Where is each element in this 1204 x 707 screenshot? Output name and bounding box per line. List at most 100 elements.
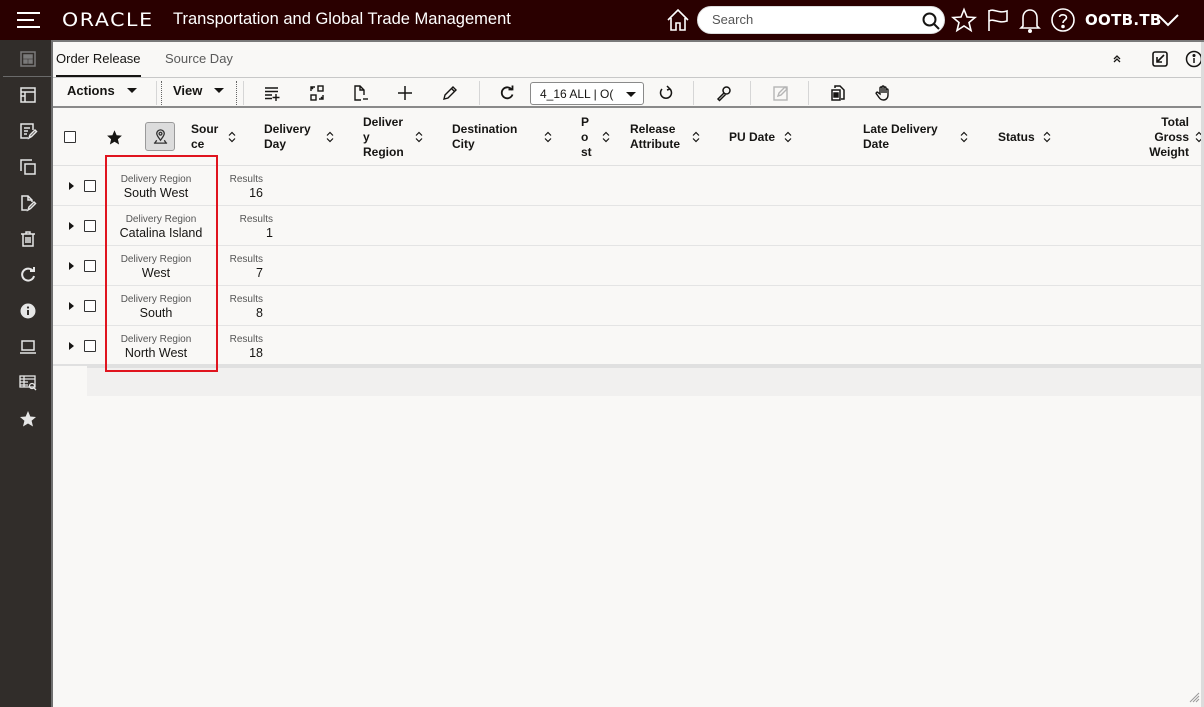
row-checkbox[interactable]: [84, 260, 96, 272]
copy-icon[interactable]: [18, 157, 38, 177]
column-header-source[interactable]: Sour ce: [191, 122, 218, 152]
resize-handle-icon[interactable]: [1188, 691, 1200, 703]
sort-icon[interactable]: [326, 131, 334, 143]
delete-icon[interactable]: [18, 229, 38, 249]
search-table-icon[interactable]: [18, 373, 38, 393]
search-icon[interactable]: [921, 11, 941, 31]
add-row-icon[interactable]: [263, 84, 281, 102]
document-remove-icon[interactable]: [352, 84, 370, 102]
help-icon[interactable]: [1050, 7, 1076, 33]
flag-icon[interactable]: [985, 7, 1011, 33]
edit-document-icon[interactable]: [18, 193, 38, 213]
column-header-total-gross-weight[interactable]: Total Gross Weight: [1133, 115, 1189, 160]
user-name[interactable]: OOTB.TB: [1085, 11, 1162, 29]
home-icon[interactable]: [665, 7, 691, 33]
swap-icon[interactable]: [308, 84, 326, 102]
search-field[interactable]: [697, 6, 945, 34]
group-row[interactable]: Delivery Region South Results 8: [53, 286, 1204, 326]
results-count: 16: [249, 186, 263, 200]
toolbar-divider: [750, 81, 751, 105]
toolbar-divider: [808, 81, 809, 105]
tab-source-day[interactable]: Source Day: [165, 51, 233, 66]
expand-arrow-icon[interactable]: [69, 342, 74, 350]
header-line: City: [452, 137, 475, 151]
map-location-button[interactable]: [145, 122, 175, 151]
column-header-delivery-day[interactable]: Delivery Day: [264, 122, 311, 152]
add-icon[interactable]: [396, 84, 414, 102]
header-line: PU Date: [729, 130, 776, 144]
reload-icon[interactable]: [657, 84, 675, 102]
refresh-icon[interactable]: [18, 265, 38, 285]
view-menu-button[interactable]: View: [173, 83, 225, 98]
results-label: Results: [229, 334, 263, 345]
caret-down-icon: [626, 92, 636, 97]
results-label: Results: [229, 254, 263, 265]
group-row[interactable]: Delivery Region West Results 7: [53, 246, 1204, 286]
sort-icon[interactable]: [784, 131, 792, 143]
sort-icon[interactable]: [228, 131, 236, 143]
results-count: 18: [249, 346, 263, 360]
refresh-icon[interactable]: [498, 84, 516, 102]
expand-arrow-icon[interactable]: [69, 262, 74, 270]
saved-query-select[interactable]: 4_16 ALL | O(: [530, 82, 644, 105]
sort-icon[interactable]: [1043, 131, 1051, 143]
layout-icon[interactable]: [18, 85, 38, 105]
table-footer: [87, 366, 1204, 396]
sort-icon[interactable]: [602, 131, 610, 143]
header-line: Weight: [1149, 145, 1189, 159]
minimize-icon[interactable]: [1151, 50, 1169, 68]
main-panel: Order Release Source Day Actions View 4_…: [53, 40, 1204, 707]
actions-menu-button[interactable]: Actions: [67, 83, 137, 98]
header-line: Region: [363, 145, 404, 159]
expand-arrow-icon[interactable]: [69, 302, 74, 310]
sort-icon[interactable]: [960, 131, 968, 143]
sort-icon[interactable]: [692, 131, 700, 143]
menu-icon[interactable]: [17, 12, 41, 28]
group-row[interactable]: Delivery Region Catalina Island Results …: [53, 206, 1204, 246]
group-label: Delivery Region: [125, 214, 197, 225]
expand-arrow-icon[interactable]: [69, 222, 74, 230]
column-header-late-delivery-date[interactable]: Late Delivery Date: [863, 122, 938, 152]
caret-down-icon: [126, 88, 137, 93]
tab-order-release[interactable]: Order Release: [56, 51, 141, 77]
column-header-pu-date[interactable]: PU Date: [729, 130, 775, 145]
select-all-checkbox[interactable]: [64, 131, 76, 143]
wrench-icon[interactable]: [715, 84, 733, 102]
group-row[interactable]: Delivery Region North West Results 18: [53, 326, 1204, 366]
edit-list-icon[interactable]: [18, 121, 38, 141]
column-header-release-attribute[interactable]: Release Attribute: [630, 122, 680, 152]
favorites-star-icon[interactable]: [951, 7, 977, 33]
column-header-status[interactable]: Status: [998, 130, 1035, 145]
search-input[interactable]: [712, 12, 912, 27]
favorite-star-icon[interactable]: [18, 409, 38, 429]
monitor-icon[interactable]: [18, 337, 38, 357]
row-checkbox[interactable]: [84, 220, 96, 232]
sort-icon[interactable]: [415, 131, 423, 143]
copy-document-icon[interactable]: [829, 84, 847, 102]
header-line: ce: [191, 137, 205, 151]
column-header-post[interactable]: P o st: [581, 115, 592, 160]
row-checkbox[interactable]: [84, 300, 96, 312]
column-header-destination-city[interactable]: Destination City: [452, 122, 517, 152]
row-checkbox[interactable]: [84, 340, 96, 352]
toolbar-divider: [156, 81, 157, 105]
group-row[interactable]: Delivery Region South West Results 16: [53, 166, 1204, 206]
notifications-bell-icon[interactable]: [1017, 7, 1043, 33]
header-line: Destination: [452, 122, 518, 136]
expand-arrow-icon[interactable]: [69, 182, 74, 190]
hand-icon[interactable]: [874, 84, 892, 102]
toolbar-divider: [161, 81, 162, 105]
edit-pencil-icon[interactable]: [441, 84, 459, 102]
group-label: Delivery Region: [120, 254, 192, 265]
info-icon[interactable]: [18, 301, 38, 321]
dashboard-icon[interactable]: [18, 49, 38, 69]
favorite-column-star-icon[interactable]: [106, 129, 123, 146]
toolbar: Actions View 4_16 ALL | O(: [53, 78, 1204, 108]
group-value: Catalina Island: [119, 226, 203, 240]
column-header-delivery-region[interactable]: Deliver y Region: [363, 115, 404, 160]
collapse-up-icon[interactable]: [1108, 50, 1126, 68]
header-line: Gross: [1154, 130, 1189, 144]
chevron-down-icon[interactable]: [1155, 7, 1181, 33]
sort-icon[interactable]: [544, 131, 552, 143]
row-checkbox[interactable]: [84, 180, 96, 192]
